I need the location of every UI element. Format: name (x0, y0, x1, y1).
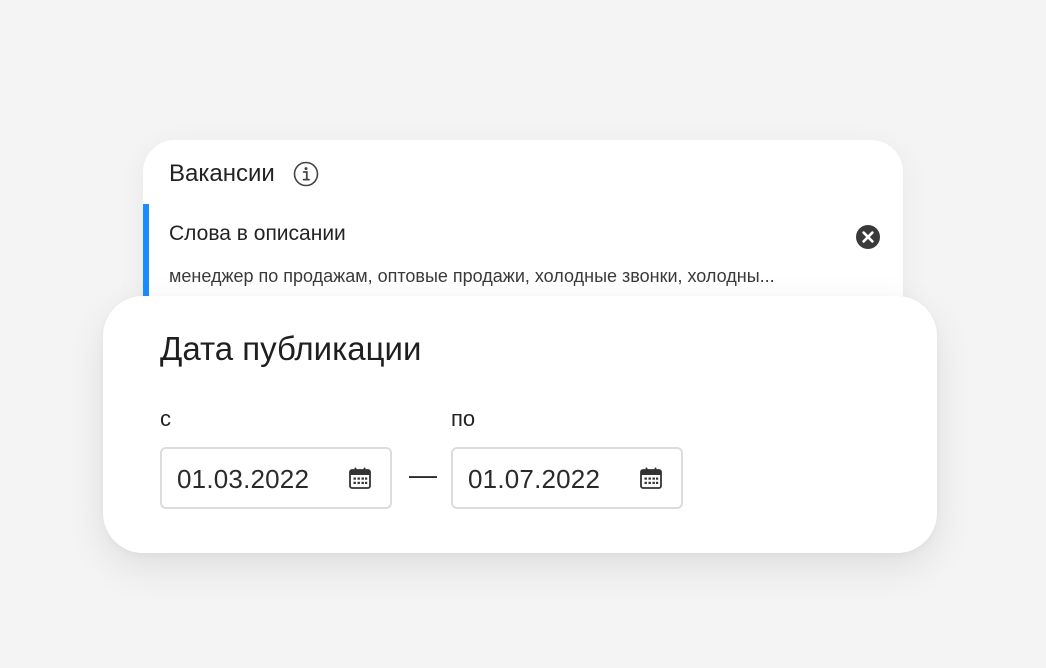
filter-label: Слова в описании (169, 222, 346, 245)
calendar-icon[interactable] (639, 466, 663, 490)
filter-description-words[interactable]: Слова в описании менеджер по продажам, о… (143, 204, 903, 304)
date-from-value: 01.03.2022 (177, 464, 310, 494)
vacancies-header: Вакансии (169, 160, 319, 188)
range-separator: — (409, 459, 437, 490)
date-to-value: 01.07.2022 (468, 464, 601, 494)
date-to-label: по (451, 406, 476, 431)
publication-date-title: Дата публикации (160, 330, 422, 367)
filter-active-indicator (143, 204, 149, 304)
publication-date-card: Дата публикации с по 01.03.2022 — 01.07.… (103, 296, 937, 553)
close-circle-icon[interactable] (855, 224, 881, 250)
date-from-input[interactable]: 01.03.2022 (160, 447, 392, 509)
date-from-label: с (160, 406, 171, 431)
date-to-input[interactable]: 01.07.2022 (451, 447, 683, 509)
info-icon[interactable] (293, 161, 319, 187)
filter-value: менеджер по продажам, оптовые продажи, х… (169, 266, 775, 286)
calendar-icon[interactable] (348, 466, 372, 490)
vacancies-title: Вакансии (169, 160, 275, 187)
